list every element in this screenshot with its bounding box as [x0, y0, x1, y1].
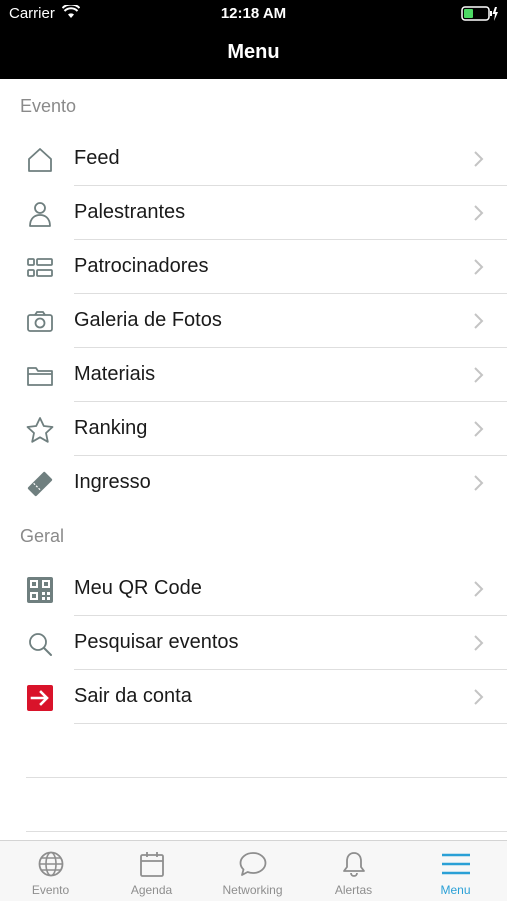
hamburger-icon — [441, 849, 471, 879]
tab-label: Evento — [31, 883, 70, 897]
menu-item-galeria-de-fotos[interactable]: Galeria de Fotos — [0, 295, 507, 348]
menu-item-materiais[interactable]: Materiais — [0, 349, 507, 402]
menu-item-meu-qr-code[interactable]: Meu QR Code — [0, 563, 507, 616]
menu-item-label: Galeria de Fotos — [74, 309, 222, 331]
globe-icon — [36, 849, 66, 879]
menu-item-label: Feed — [74, 147, 120, 169]
chevron-right-icon — [473, 149, 485, 169]
chevron-right-icon — [473, 419, 485, 439]
clock: 12:18 AM — [220, 5, 287, 22]
bell-icon — [339, 849, 369, 879]
list-grid-icon — [24, 253, 56, 283]
nav-bar: Menu — [0, 28, 507, 79]
menu-item-sair-da-conta[interactable]: Sair da conta — [0, 671, 507, 724]
divider — [74, 239, 507, 240]
menu-item-label: Pesquisar eventos — [74, 631, 239, 653]
tab-label: Menu — [440, 883, 471, 897]
menu-item-label: Meu QR Code — [74, 577, 202, 599]
menu-item-ranking[interactable]: Ranking — [0, 403, 507, 456]
divider — [74, 669, 507, 670]
divider — [74, 347, 507, 348]
tab-evento[interactable]: Evento — [0, 841, 101, 901]
chevron-right-icon — [473, 473, 485, 493]
divider — [74, 615, 507, 616]
tab-label: Alertas — [334, 883, 373, 897]
star-icon — [24, 415, 56, 445]
chevron-right-icon — [473, 579, 485, 599]
calendar-icon — [137, 849, 167, 879]
chevron-right-icon — [473, 311, 485, 331]
person-icon — [24, 199, 56, 229]
tab-networking[interactable]: Networking — [202, 841, 303, 901]
camera-icon — [24, 307, 56, 337]
tab-agenda[interactable]: Agenda — [101, 841, 202, 901]
chevron-right-icon — [473, 633, 485, 653]
section-header-geral: Geral — [20, 526, 65, 546]
chevron-right-icon — [473, 365, 485, 385]
battery-icon — [461, 6, 499, 22]
tab-menu[interactable]: Menu — [405, 841, 506, 901]
menu-item-palestrantes[interactable]: Palestrantes — [0, 187, 507, 240]
menu-item-label: Palestrantes — [74, 201, 186, 223]
status-bar: Carrier 12:18 AM — [0, 0, 507, 28]
section-header-evento: Evento — [20, 96, 77, 116]
logout-icon — [24, 683, 56, 713]
menu-item-label: Materiais — [74, 363, 156, 385]
menu-item-label: Ranking — [74, 417, 148, 439]
menu-item-feed[interactable]: Feed — [0, 133, 507, 186]
menu-item-label: Ingresso — [74, 471, 151, 493]
menu-item-label: Patrocinadores — [74, 255, 209, 277]
search-icon — [24, 629, 56, 659]
divider — [26, 777, 507, 778]
menu-item-pesquisar-eventos[interactable]: Pesquisar eventos — [0, 617, 507, 670]
home-icon — [24, 145, 56, 175]
chat-bubble-icon — [238, 849, 268, 879]
divider — [74, 401, 507, 402]
tab-alertas[interactable]: Alertas — [303, 841, 404, 901]
divider — [74, 185, 507, 186]
menu-item-label: Sair da conta — [74, 685, 192, 707]
qr-code-icon — [24, 575, 56, 605]
tab-bar: Evento Agenda Networking Alertas Menu — [0, 840, 507, 901]
menu-item-ingresso[interactable]: Ingresso — [0, 457, 507, 510]
divider — [74, 455, 507, 456]
divider — [74, 293, 507, 294]
chevron-right-icon — [473, 687, 485, 707]
divider — [74, 723, 507, 724]
divider — [26, 831, 507, 832]
folder-icon — [24, 361, 56, 391]
page-title: Menu — [227, 41, 280, 63]
chevron-right-icon — [473, 257, 485, 277]
tab-label: Networking — [222, 883, 283, 897]
menu-item-patrocinadores[interactable]: Patrocinadores — [0, 241, 507, 294]
ticket-icon — [24, 469, 56, 499]
chevron-right-icon — [473, 203, 485, 223]
tab-label: Agenda — [130, 883, 173, 897]
